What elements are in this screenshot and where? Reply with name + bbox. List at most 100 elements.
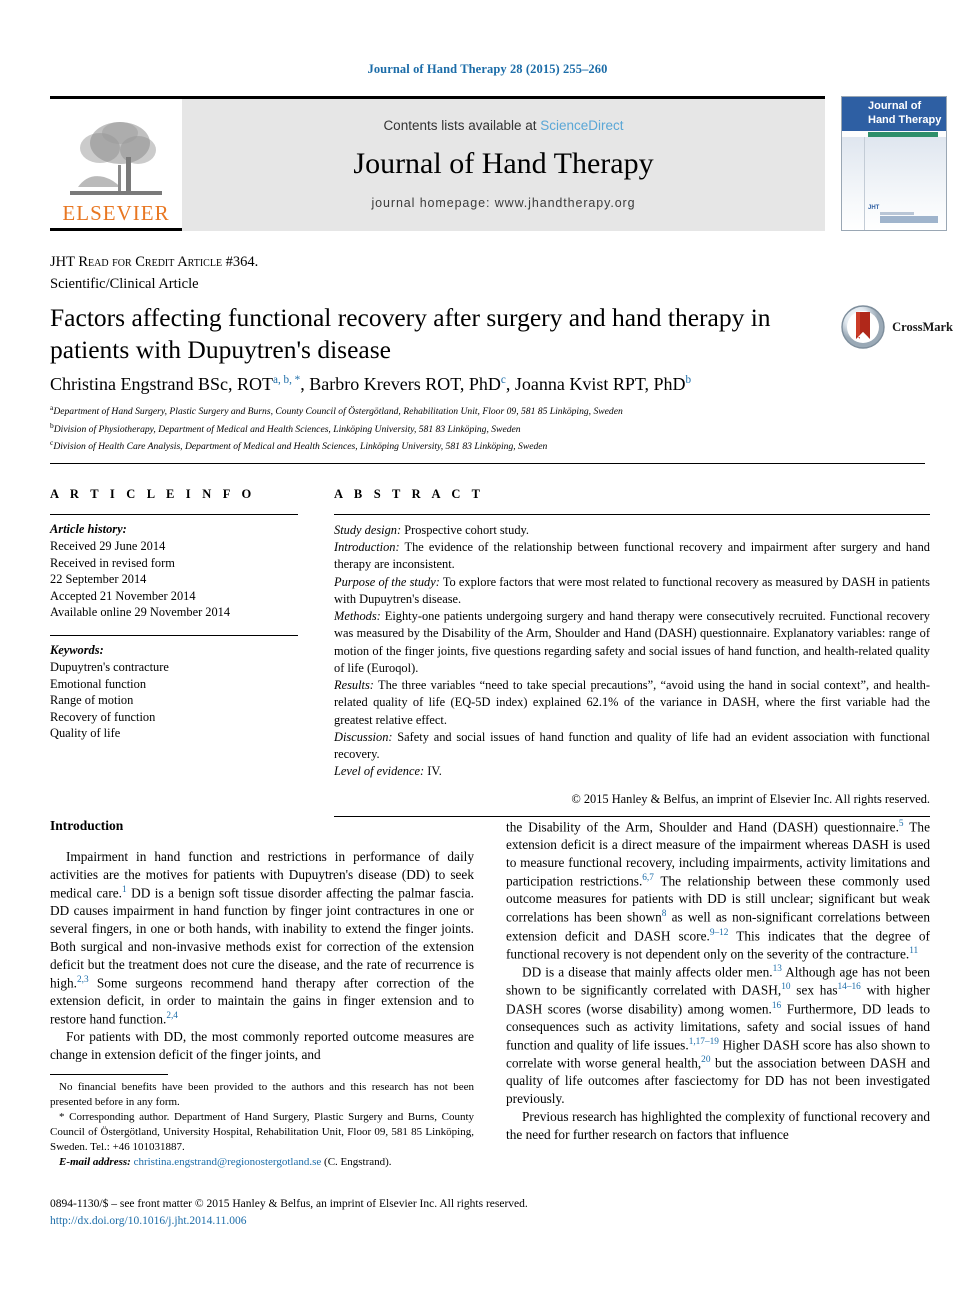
- page-title: Factors affecting functional recovery af…: [50, 303, 771, 365]
- cover-title-line2: Hand Therapy: [868, 113, 942, 126]
- keywords-rule: [50, 635, 298, 637]
- affiliation-b-text: Division of Physiotherapy, Department of…: [53, 423, 521, 435]
- section-heading-introduction: Introduction: [50, 818, 124, 833]
- abstract-section-text: Eighty-one patients undergoing surgery a…: [334, 609, 930, 675]
- affiliation-a: aDepartment of Hand Surgery, Plastic Sur…: [50, 402, 910, 420]
- article-history-item: Accepted 21 November 2014: [50, 588, 196, 603]
- article-history-label: Article history:: [50, 522, 127, 536]
- keyword-item: Quality of life: [50, 726, 121, 741]
- article-category: Scientific/Clinical Article: [50, 275, 199, 292]
- body-paragraph: For patients with DD, the most commonly …: [50, 1029, 474, 1062]
- info-abstract-region: A R T I C L E I N F O Article history: R…: [50, 487, 930, 817]
- running-head: Journal of Hand Therapy 28 (2015) 255–26…: [367, 62, 608, 76]
- abstract-bottom-rule: [334, 815, 930, 817]
- abstract-section: Level of evidence: IV.: [334, 763, 930, 780]
- body-paragraph: Previous research has highlighted the co…: [506, 1109, 930, 1143]
- author-1-marks: a, b, *: [273, 374, 301, 386]
- abstract-column: A B S T R A C T Study design: Prospectiv…: [334, 487, 930, 817]
- abstract-section: Methods: Eighty-one patients undergoing …: [334, 608, 930, 677]
- article-history-item: Available online 29 November 2014: [50, 605, 231, 620]
- abstract-section-label: Methods:: [334, 609, 381, 624]
- abstract-section-label: Purpose of the study:: [334, 574, 440, 589]
- abstract-heading: A B S T R A C T: [334, 487, 485, 501]
- cover-body: JHT: [842, 137, 946, 230]
- body-column-right: the Disability of the Arm, Shoulder and …: [506, 818, 930, 1169]
- body-paragraph: Impairment in hand function and restrict…: [50, 849, 474, 1027]
- abstract-section-label: Level of evidence:: [334, 764, 425, 779]
- cover-foot-bar-small: [880, 212, 914, 215]
- body-paragraph: DD is a disease that mainly affects olde…: [506, 964, 930, 1107]
- cover-title: Journal of Hand Therapy: [842, 97, 946, 131]
- email-label: E-mail address:: [59, 1155, 131, 1168]
- jht-credit-line: JHT Read for Credit Article #364.: [50, 254, 259, 270]
- author-sep-2: ,: [505, 374, 515, 394]
- article-history-item: Received in revised form: [50, 555, 175, 570]
- author-sep-1: ,: [300, 374, 310, 394]
- journal-article-page: Journal of Hand Therapy 28 (2015) 255–26…: [0, 0, 975, 1305]
- contents-available-line: Contents lists available at ScienceDirec…: [383, 118, 623, 133]
- author-3-marks: b: [685, 374, 692, 386]
- abstract-copyright: © 2015 Hanley & Belfus, an imprint of El…: [571, 791, 930, 806]
- article-info-heading: A R T I C L E I N F O: [50, 487, 256, 501]
- abstract-section: Purpose of the study: To explore factors…: [334, 574, 930, 608]
- author-3: Joanna Kvist RPT, PhDb: [515, 374, 691, 394]
- keywords-label: Keywords:: [50, 643, 104, 658]
- page-footer: 0894-1130/$ – see front matter © 2015 Ha…: [50, 1196, 930, 1229]
- article-type-block: JHT Read for Credit Article #364. Scient…: [50, 252, 258, 296]
- keyword-item: Recovery of function: [50, 709, 156, 724]
- abstract-section-label: Discussion:: [334, 729, 393, 744]
- abstract-section-label: Results:: [334, 678, 374, 693]
- affiliation-b: bDivision of Physiotherapy, Department o…: [50, 420, 910, 438]
- crossmark-icon: [841, 305, 885, 349]
- abstract-section-text: Prospective cohort study.: [401, 523, 530, 537]
- body-text-region: Introduction Impairment in hand function…: [50, 818, 930, 1169]
- journal-masthead: ELSEVIER Contents lists available at Sci…: [50, 96, 825, 231]
- abstract-section: Study design: Prospective cohort study.: [334, 522, 930, 539]
- author-1-name: Christina Engstrand BSc, ROT: [50, 374, 273, 394]
- footnote-corresponding-author: * Corresponding author. Department of Ha…: [50, 1110, 474, 1153]
- affiliation-c: cDivision of Health Care Analysis, Depar…: [50, 437, 910, 455]
- cover-foot-bar: [880, 216, 938, 223]
- journal-homepage-line[interactable]: journal homepage: www.jhandtherapy.org: [372, 196, 636, 210]
- abstract-section-text: The evidence of the relationship between…: [334, 540, 930, 572]
- author-3-name: Joanna Kvist RPT, PhD: [514, 374, 686, 394]
- doi-link[interactable]: http://dx.doi.org/10.1016/j.jht.2014.11.…: [50, 1213, 930, 1230]
- article-history-item: 22 September 2014: [50, 572, 147, 587]
- cover-title-line1: Journal of: [868, 100, 922, 112]
- keyword-item: Range of motion: [50, 693, 134, 708]
- elsevier-tree-icon: [70, 122, 162, 195]
- abstract-section-text: Safety and social issues of hand functio…: [334, 729, 930, 762]
- author-2-name: Barbro Krevers ROT, PhD: [309, 374, 501, 394]
- abstract-section-label: Introduction:: [334, 540, 400, 555]
- keyword-item: Dupuytren's contracture: [50, 660, 169, 675]
- abstract-section-label: Study design:: [334, 523, 402, 537]
- author-1: Christina Engstrand BSc, ROTa, b, *: [50, 374, 300, 394]
- article-info-column: A R T I C L E I N F O Article history: R…: [50, 487, 298, 817]
- body-column-left: Introduction Impairment in hand function…: [50, 818, 474, 1169]
- cover-corner-mark: JHT: [868, 205, 880, 211]
- journal-band: Contents lists available at ScienceDirec…: [182, 99, 825, 231]
- footnote-email: E-mail address: christina.engstrand@regi…: [50, 1155, 474, 1170]
- abstract-section: Results: The three variables “need to ta…: [334, 677, 930, 729]
- cover-spine-line: [864, 137, 865, 230]
- affiliation-list: aDepartment of Hand Surgery, Plastic Sur…: [50, 402, 910, 455]
- issn-copyright-line: 0894-1130/$ – see front matter © 2015 Ha…: [50, 1198, 528, 1210]
- abstract-section: Introduction: The evidence of the relati…: [334, 539, 930, 573]
- abstract-rule: [334, 514, 930, 515]
- author-2: Barbro Krevers ROT, PhDc: [309, 374, 506, 394]
- abstract-body: Study design: Prospective cohort study. …: [334, 522, 930, 781]
- header-divider: [50, 463, 925, 464]
- abstract-section-text: IV.: [424, 764, 442, 779]
- crossmark-badge[interactable]: CrossMark: [840, 304, 953, 350]
- contents-prefix: Contents lists available at: [383, 118, 541, 133]
- crossmark-label: CrossMark: [892, 319, 953, 334]
- abstract-section-text: The three variables “need to take specia…: [334, 678, 930, 727]
- email-suffix: (C. Engstrand).: [324, 1155, 392, 1168]
- body-paragraph: the Disability of the Arm, Shoulder and …: [506, 819, 930, 962]
- affiliation-a-text: Department of Hand Surgery, Plastic Surg…: [53, 406, 623, 418]
- abstract-section: Discussion: Safety and social issues of …: [334, 729, 930, 763]
- elsevier-wordmark: ELSEVIER: [62, 201, 170, 225]
- sciencedirect-link[interactable]: ScienceDirect: [540, 118, 623, 133]
- email-link[interactable]: christina.engstrand@regionostergotland.s…: [134, 1156, 322, 1168]
- footnote-disclosure: No financial benefits have been provided…: [50, 1080, 474, 1108]
